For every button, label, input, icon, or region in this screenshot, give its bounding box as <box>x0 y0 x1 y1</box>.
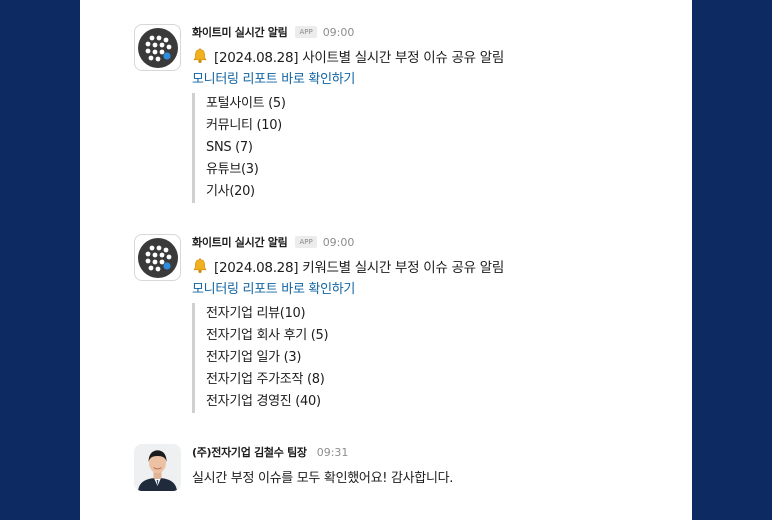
list-item: 전자기업 경영진 (40) <box>206 394 321 409</box>
list-item: 기사(20) <box>206 184 255 199</box>
whiteme-logo-icon <box>137 27 178 68</box>
bell-icon <box>192 48 208 64</box>
list-item: 커뮤니티 (10) <box>206 118 282 133</box>
app-badge: APP <box>295 236 317 248</box>
issue-list: 전자기업 리뷰(10) 전자기업 회사 후기 (5) 전자기업 일가 (3) 전… <box>192 303 662 413</box>
reply-text: 실시간 부정 이슈를 모두 확인했어요! 감사합니다. <box>192 471 454 486</box>
message-time[interactable]: 09:31 <box>317 446 349 459</box>
list-item: 전자기업 주가조작 (8) <box>206 372 325 387</box>
list-item: 전자기업 회사 후기 (5) <box>206 328 329 343</box>
report-link[interactable]: 모니터링 리포트 바로 확인하기 <box>192 281 662 299</box>
issue-list: 포털사이트 (5) 커뮤니티 (10) SNS (7) 유튜브(3) 기사(20… <box>192 93 662 203</box>
user-avatar[interactable] <box>134 444 181 491</box>
bell-icon <box>192 258 208 274</box>
list-item: 전자기업 리뷰(10) <box>206 306 306 321</box>
person-avatar-icon <box>134 444 181 491</box>
list-item: SNS (7) <box>206 140 253 155</box>
app-badge: APP <box>295 26 317 38</box>
bot-avatar[interactable] <box>134 234 181 281</box>
alert-headline: [2024.08.28] 사이트별 실시간 부정 이슈 공유 알림 <box>214 50 504 66</box>
list-item: 유튜브(3) <box>206 162 259 177</box>
sender-name[interactable]: (주)전자기업 김철수 팀장 <box>192 444 307 460</box>
message-time[interactable]: 09:00 <box>323 26 355 39</box>
bot-avatar[interactable] <box>134 24 181 71</box>
chat-panel: 화이트미 실시간 알림 APP 09:00 [2024.08.28] 사이트별 … <box>80 0 692 520</box>
alert-headline: [2024.08.28] 키워드별 실시간 부정 이슈 공유 알림 <box>214 260 504 276</box>
report-link[interactable]: 모니터링 리포트 바로 확인하기 <box>192 71 662 89</box>
message-time[interactable]: 09:00 <box>323 236 355 249</box>
list-item: 전자기업 일가 (3) <box>206 350 302 365</box>
sender-name[interactable]: 화이트미 실시간 알림 <box>192 24 288 40</box>
sender-name[interactable]: 화이트미 실시간 알림 <box>192 234 288 250</box>
whiteme-logo-icon <box>137 237 178 278</box>
list-item: 포털사이트 (5) <box>206 96 286 111</box>
